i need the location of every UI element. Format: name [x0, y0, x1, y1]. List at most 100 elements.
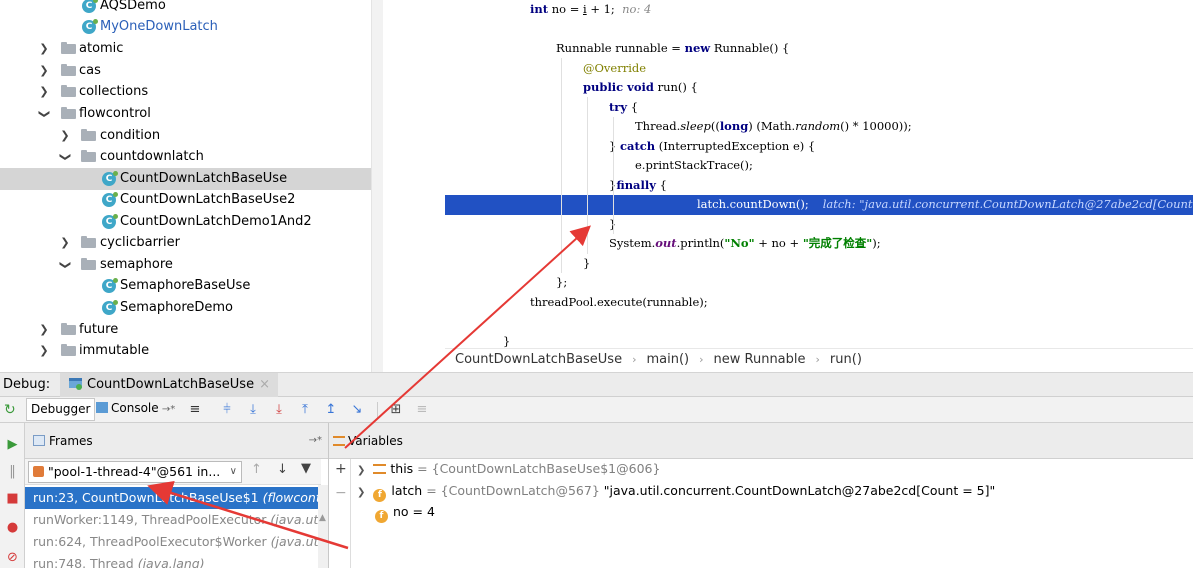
- code-editor[interactable]: int no = i + 1; no: 4 Runnable runnable …: [383, 0, 1193, 348]
- tree-item-semaphoredemo[interactable]: C SemaphoreDemo: [0, 297, 371, 319]
- tree-item-immutable[interactable]: ❯ immutable: [0, 340, 371, 362]
- tree-item-countdownlatch[interactable]: ❯ countdownlatch: [0, 146, 371, 168]
- chevron-down-icon[interactable]: ❯: [54, 258, 76, 272]
- toolbar-divider: [377, 402, 378, 418]
- tree-item-countdownlatchbaseuse2[interactable]: C CountDownLatchBaseUse2: [0, 189, 371, 211]
- field-icon: f: [375, 510, 388, 523]
- frames-scrollbar[interactable]: ▲: [318, 485, 328, 568]
- evaluate-expression-icon[interactable]: ⊞: [387, 401, 405, 419]
- remove-watch-icon[interactable]: −: [335, 485, 347, 501]
- breadcrumb-class[interactable]: CountDownLatchBaseUse: [455, 349, 622, 370]
- filter-icon[interactable]: ▼: [301, 461, 311, 476]
- tree-item-flowcontrol[interactable]: ❯ flowcontrol: [0, 103, 371, 125]
- variable-row-no[interactable]: f no = 4: [375, 501, 435, 523]
- thread-toolbar: "pool-1-thread-4"@561 in... ∨ ↑ ↓ ▼: [25, 459, 321, 485]
- code-line-15: Runnable runnable = new Runnable() {: [556, 41, 790, 55]
- breadcrumb-anon-class[interactable]: new Runnable: [714, 349, 806, 370]
- chevron-right-icon[interactable]: ❯: [37, 340, 51, 362]
- frame-row[interactable]: run:23, CountDownLatchBaseUse$1 (flowcon…: [25, 487, 321, 509]
- frames-icon: [33, 435, 45, 446]
- code-line-18: try {: [609, 99, 639, 114]
- trace-icon[interactable]: ≡: [413, 401, 431, 419]
- folder-icon: [61, 107, 76, 119]
- tree-item-aqsdemo[interactable]: C AQSDemo: [0, 0, 371, 17]
- indent-guide: [587, 97, 588, 254]
- chevron-right-icon[interactable]: ❯: [37, 60, 51, 82]
- tree-item-atomic[interactable]: ❯ atomic: [0, 38, 371, 60]
- folder-icon: [81, 150, 96, 162]
- debug-toolbar: ↻ Debugger Console →* ≡ ⫩ ⤓ ⤓ ⤒ ↥ ↘ ⊞ ≡: [0, 397, 1193, 423]
- code-line-27: };: [556, 275, 568, 289]
- pin-icon[interactable]: →*: [309, 423, 322, 459]
- frame-row[interactable]: runWorker:1149, ThreadPoolExecutor (java…: [25, 509, 321, 531]
- frame-row[interactable]: run:624, ThreadPoolExecutor$Worker (java…: [25, 531, 321, 553]
- rerun-icon[interactable]: ↻: [4, 402, 16, 418]
- view-breakpoints-icon[interactable]: ●: [4, 519, 21, 536]
- resume-icon[interactable]: ▶: [4, 436, 21, 453]
- breadcrumb-run[interactable]: run(): [830, 349, 862, 370]
- scroll-up-icon[interactable]: ▲: [319, 513, 326, 523]
- chevron-right-icon[interactable]: ❯: [37, 319, 51, 341]
- tree-item-collections[interactable]: ❯ collections: [0, 81, 371, 103]
- chevron-down-icon[interactable]: ❯: [54, 150, 76, 164]
- chevron-down-icon[interactable]: ❯: [33, 107, 55, 121]
- class-icon: C: [102, 214, 118, 229]
- mute-breakpoints-icon[interactable]: ⊘: [4, 549, 21, 566]
- close-icon[interactable]: ×: [259, 377, 270, 392]
- thread-suspended-icon: [33, 466, 44, 477]
- tab-debugger[interactable]: Debugger: [26, 398, 96, 421]
- step-over-icon[interactable]: ⤓: [244, 401, 262, 419]
- debug-label: Debug:: [3, 377, 51, 392]
- tree-item-semaphorebaseuse[interactable]: C SemaphoreBaseUse: [0, 275, 371, 297]
- variables-header: Variables: [329, 423, 1193, 459]
- folder-icon: [61, 323, 76, 335]
- variable-row-latch[interactable]: ❯ f latch = {CountDownLatch@567} "java.uti…: [357, 480, 995, 502]
- frame-row[interactable]: run:748, Thread (java.lang): [25, 553, 321, 568]
- run-to-cursor-icon[interactable]: ↘: [348, 401, 366, 419]
- tree-item-condition[interactable]: ❯ condition: [0, 125, 371, 147]
- tree-item-semaphore[interactable]: ❯ semaphore: [0, 254, 371, 276]
- show-execution-point-icon[interactable]: ⫩: [218, 401, 236, 419]
- chevron-right-icon[interactable]: ❯: [357, 465, 365, 476]
- pause-icon[interactable]: ‖: [4, 463, 21, 480]
- folder-icon: [61, 85, 76, 97]
- folder-icon: [61, 42, 76, 54]
- tree-item-myonedownlatch[interactable]: C MyOneDownLatch: [0, 16, 371, 38]
- tree-item-cas[interactable]: ❯ cas: [0, 60, 371, 82]
- tree-item-countdownlatchdemo1and2[interactable]: C CountDownLatchDemo1And2: [0, 211, 371, 233]
- tree-item-cyclicbarrier[interactable]: ❯ cyclicbarrier: [0, 232, 371, 254]
- variables-panel: Variables + − ❯ this = {CountDownLatchBas…: [329, 423, 1193, 568]
- debug-tool-header: Debug: CountDownLatchBaseUse ×: [0, 372, 1193, 397]
- folder-icon: [61, 344, 76, 356]
- thread-select[interactable]: "pool-1-thread-4"@561 in... ∨: [28, 461, 242, 483]
- chevron-right-icon[interactable]: ❯: [357, 487, 365, 498]
- debug-side-toolbar: ▶ ‖ ■ ● ⊘: [0, 423, 25, 568]
- chevron-right-icon[interactable]: ❯: [37, 38, 51, 60]
- chevron-right-icon[interactable]: ❯: [58, 125, 72, 147]
- drop-frame-icon[interactable]: ↥: [322, 401, 340, 419]
- arrow-down-icon[interactable]: ↓: [277, 462, 288, 477]
- folder-icon: [61, 64, 76, 76]
- stop-icon[interactable]: ■: [4, 490, 21, 507]
- step-into-icon[interactable]: ⤓: [270, 401, 288, 419]
- variables-icon: [333, 436, 345, 446]
- tree-item-future[interactable]: ❯ future: [0, 319, 371, 341]
- add-watch-icon[interactable]: +: [335, 461, 347, 477]
- debug-session-tab[interactable]: CountDownLatchBaseUse ×: [60, 373, 278, 397]
- tree-scrollbar[interactable]: [371, 0, 383, 372]
- chevron-right-icon[interactable]: ❯: [37, 81, 51, 103]
- class-icon: C: [102, 171, 118, 186]
- tab-console[interactable]: Console →*: [92, 398, 179, 421]
- step-out-icon[interactable]: ⤒: [296, 401, 314, 419]
- console-icon: [96, 402, 108, 413]
- class-icon: C: [102, 192, 118, 207]
- code-line-24: }: [383, 215, 1193, 235]
- chevron-right-icon: ›: [815, 353, 820, 366]
- menu-icon[interactable]: ≡: [186, 401, 204, 419]
- breadcrumb-method[interactable]: main(): [646, 349, 689, 370]
- arrow-up-icon[interactable]: ↑: [251, 462, 262, 477]
- chevron-down-icon: ∨: [229, 466, 237, 477]
- chevron-right-icon[interactable]: ❯: [58, 232, 72, 254]
- variable-row-this[interactable]: ❯ this = {CountDownLatchBaseUse$1@606}: [357, 458, 660, 479]
- tree-item-countdownlatchbaseuse[interactable]: C CountDownLatchBaseUse: [0, 168, 371, 190]
